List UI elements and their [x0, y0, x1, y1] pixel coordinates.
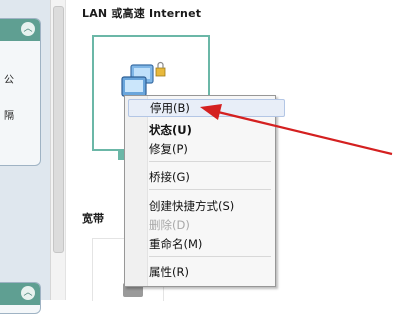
annotation-arrow: [200, 104, 393, 156]
